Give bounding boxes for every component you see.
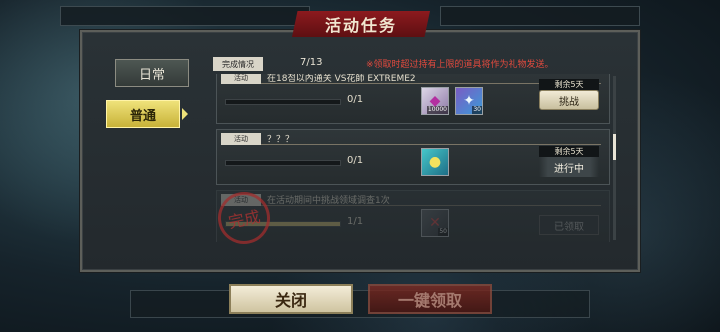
days-left-badge: 剩余5天 (539, 79, 599, 90)
task-card: 活动 在活动期间中挑战领域调查1次 1/1 ✕ 50 已领取 (216, 190, 610, 242)
task-card: 活动 ？？？ 0/1 ● 剩余5天 进行中 (216, 129, 610, 185)
divider (261, 205, 601, 206)
material-icon[interactable]: ✕ 50 (421, 209, 449, 237)
progress-count: 1/1 (347, 216, 364, 227)
divider (261, 144, 601, 145)
task-tag: 活动 (221, 74, 261, 84)
claimed-button: 已领取 (539, 215, 599, 235)
completion-value: 7/13 (300, 57, 323, 68)
progress-count: 0/1 (347, 155, 364, 166)
progress-bar (225, 160, 341, 166)
challenge-button[interactable]: 挑战 (539, 90, 599, 110)
top-bar-left (60, 6, 310, 26)
task-tag: 活动 (221, 133, 261, 145)
tab-selected-arrow-icon (182, 108, 188, 120)
scrollbar[interactable] (613, 76, 616, 240)
in-progress-label: 进行中 (539, 157, 599, 177)
scroll-thumb[interactable] (613, 134, 616, 160)
task-card: 活动 在18점以內通关 VS花師 EXTREME2 0/1 ◆ 10000 ✦ … (216, 74, 610, 124)
panel-title: 活动任务 (292, 11, 430, 37)
key-item-icon[interactable]: ● (421, 148, 449, 176)
claim-notice: ※领取时超过持有上限的道具将作为礼物发送。 (366, 60, 554, 70)
claim-all-button[interactable]: 一键领取 (368, 284, 492, 314)
tab-daily[interactable]: 日常 (115, 59, 189, 87)
progress-count: 0/1 (347, 94, 364, 105)
top-bar-right (440, 6, 640, 26)
completion-label: 完成情况 (213, 57, 263, 71)
task-list[interactable]: 活动 在18점以內通关 VS花師 EXTREME2 0/1 ◆ 10000 ✦ … (216, 74, 610, 242)
days-left-badge: 剩余5天 (539, 146, 599, 157)
tab-normal[interactable]: 普通 (106, 100, 180, 128)
crystal-icon[interactable]: ✦ 30 (455, 87, 483, 115)
gem-pack-icon[interactable]: ◆ 10000 (421, 87, 449, 115)
bottom-bar (130, 290, 590, 318)
progress-bar (225, 99, 341, 105)
close-button[interactable]: 关闭 (229, 284, 353, 314)
